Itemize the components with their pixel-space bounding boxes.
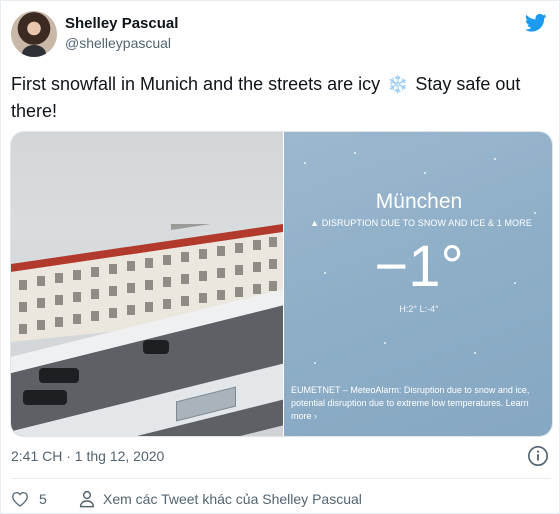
person-icon bbox=[79, 490, 95, 508]
info-icon[interactable] bbox=[527, 445, 549, 467]
twitter-bird-icon[interactable] bbox=[525, 13, 547, 33]
weather-city: München bbox=[375, 190, 463, 213]
weather-temperature: −1° bbox=[374, 234, 464, 299]
car bbox=[23, 390, 67, 405]
avatar[interactable] bbox=[11, 11, 57, 57]
tweet-text-main: First snowfall in Munich and the streets… bbox=[11, 74, 381, 94]
divider bbox=[11, 478, 551, 479]
snowflake-icon: ❄️ bbox=[387, 75, 409, 94]
weather-high-low: H:2° L:-4° bbox=[399, 304, 439, 314]
tweet-media[interactable]: München ▲ DISRUPTION DUE TO SNOW AND ICE… bbox=[10, 131, 553, 437]
car bbox=[143, 340, 169, 354]
like-button[interactable]: 5 bbox=[11, 489, 47, 509]
tweet-timestamp[interactable]: 2:41 CH · 1 thg 12, 2020 bbox=[11, 448, 164, 464]
street-photo[interactable] bbox=[11, 132, 283, 436]
heart-icon bbox=[12, 491, 28, 507]
like-count: 5 bbox=[39, 491, 47, 507]
car bbox=[39, 368, 79, 383]
more-tweets-link[interactable]: Xem các Tweet khác của Shelley Pascual bbox=[79, 489, 362, 509]
meteo-alarm-text: EUMETNET – MeteoAlarm: Disruption due to… bbox=[291, 385, 530, 421]
weather-alert: ▲ DISRUPTION DUE TO SNOW AND ICE & 1 MOR… bbox=[310, 218, 532, 228]
tweet-card: Shelley Pascual @shelleypascual First sn… bbox=[0, 0, 560, 514]
author-name[interactable]: Shelley Pascual bbox=[65, 15, 178, 32]
tweet-text: First snowfall in Munich and the streets… bbox=[11, 71, 551, 124]
author-handle[interactable]: @shelleypascual bbox=[65, 35, 171, 51]
more-tweets-label: Xem các Tweet khác của Shelley Pascual bbox=[103, 491, 362, 507]
weather-screenshot[interactable]: München ▲ DISRUPTION DUE TO SNOW AND ICE… bbox=[284, 132, 552, 436]
